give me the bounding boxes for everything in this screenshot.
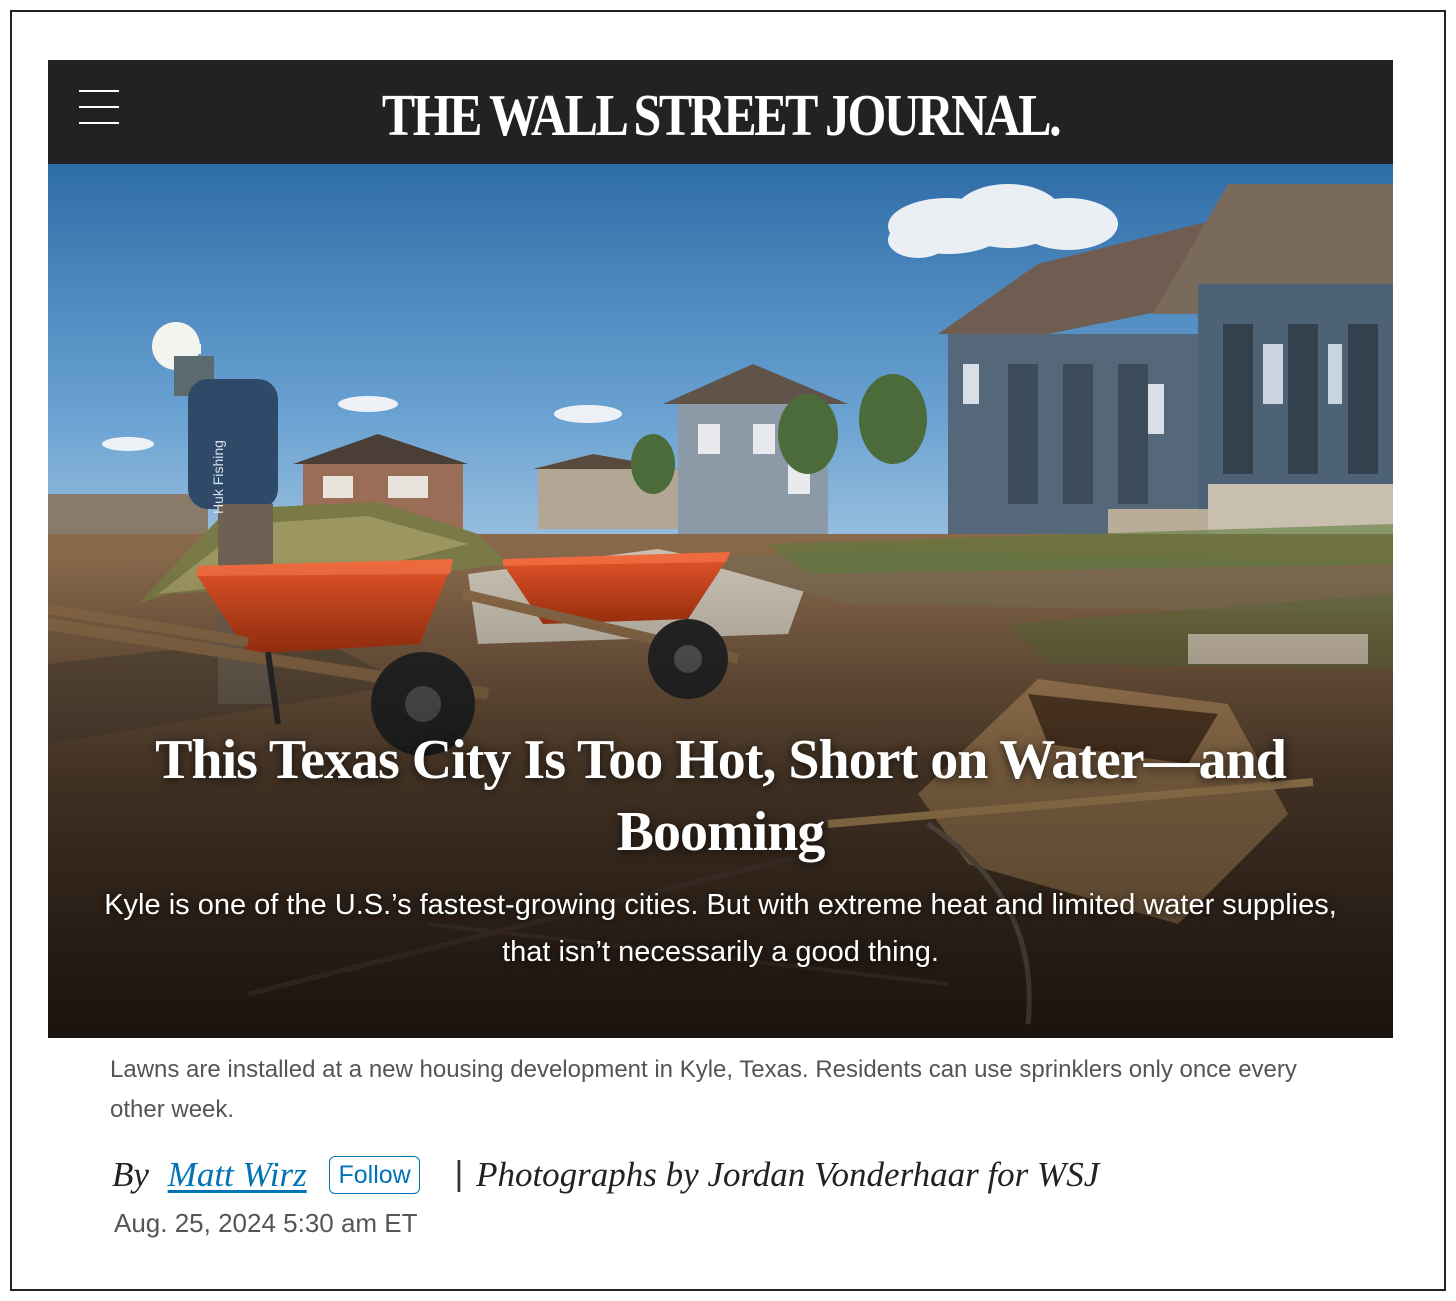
byline: By Matt Wirz Follow | Photographs by Jor… (112, 1152, 1099, 1200)
publish-timestamp: Aug. 25, 2024 5:30 am ET (114, 1208, 418, 1238)
hero-image: Huk Fishing This Texas Cit (48, 164, 1393, 1038)
byline-separator: | (454, 1155, 464, 1194)
masthead: THE WALL STREET JOURNAL. (48, 60, 1393, 164)
byline-prefix: By (112, 1154, 149, 1194)
wsj-logo[interactable]: THE WALL STREET JOURNAL. (48, 82, 1393, 148)
follow-button[interactable]: Follow (329, 1155, 420, 1194)
article-dek: Kyle is one of the U.S.’s fastest-growin… (104, 889, 1337, 968)
photo-caption: Lawns are installed at a new housing dev… (110, 1056, 1297, 1123)
article-headline: This Texas City Is Too Hot, Short on Wat… (155, 729, 1287, 863)
author-link[interactable]: Matt Wirz (168, 1155, 307, 1194)
photo-credit: Photographs by Jordan Vonderhaar for WSJ (476, 1154, 1100, 1194)
